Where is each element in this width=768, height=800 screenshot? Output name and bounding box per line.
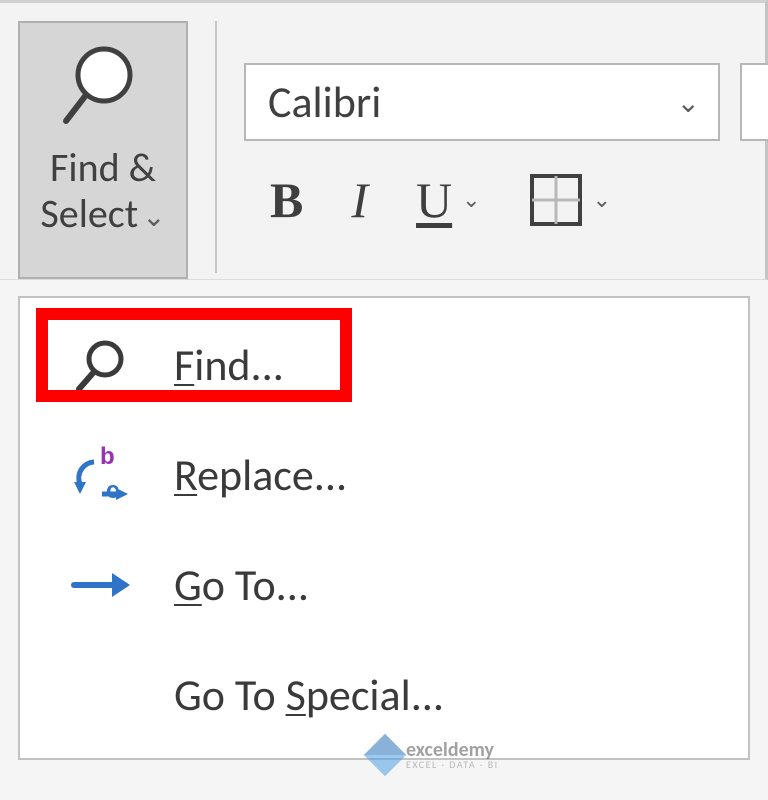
menu-item-replace[interactable]: b c Replace...	[20, 420, 748, 530]
ribbon-group-separator	[215, 21, 217, 273]
watermark: exceldemy EXCEL · DATA · BI	[370, 740, 499, 770]
find-and-select-menu: Find... b c Replace... Go To... Go To Sp…	[18, 296, 750, 760]
bold-button[interactable]: B	[270, 175, 303, 225]
font-size-combobox[interactable]	[740, 63, 768, 141]
svg-text:b: b	[100, 444, 115, 470]
watermark-logo-icon	[364, 734, 406, 776]
blank-icon	[66, 660, 136, 730]
ribbon-area: Find & Select⌄ Calibri ⌄ B I U ⌄ ⌄	[0, 0, 768, 280]
borders-button[interactable]: ⌄	[529, 173, 611, 227]
italic-button[interactable]: I	[351, 175, 368, 225]
watermark-tag: EXCEL · DATA · BI	[406, 760, 499, 770]
font-name-value: Calibri	[268, 75, 381, 129]
menu-item-label: Go To Special...	[174, 668, 444, 722]
menu-item-goto[interactable]: Go To...	[20, 530, 748, 640]
menu-item-label: Go To...	[174, 558, 309, 612]
watermark-brand: exceldemy	[406, 740, 499, 760]
chevron-down-icon: ⌄	[677, 85, 700, 120]
menu-item-find[interactable]: Find...	[20, 310, 748, 420]
font-name-combobox[interactable]: Calibri ⌄	[244, 63, 720, 141]
magnifier-icon	[58, 41, 148, 131]
search-icon	[66, 330, 136, 400]
chevron-down-icon: ⌄	[593, 189, 611, 211]
replace-icon: b c	[66, 440, 136, 510]
find-and-select-button[interactable]: Find & Select⌄	[18, 21, 188, 279]
font-format-row: B I U ⌄ ⌄	[270, 173, 611, 227]
menu-item-label: Replace...	[174, 448, 347, 502]
find-and-select-label: Find & Select⌄	[40, 145, 165, 237]
chevron-down-icon: ⌄	[462, 189, 480, 211]
chevron-down-icon: ⌄	[142, 201, 165, 233]
underline-button[interactable]: U ⌄	[416, 175, 481, 225]
borders-icon	[529, 173, 583, 227]
arrow-right-icon	[66, 550, 136, 620]
menu-item-label: Find...	[174, 338, 284, 392]
